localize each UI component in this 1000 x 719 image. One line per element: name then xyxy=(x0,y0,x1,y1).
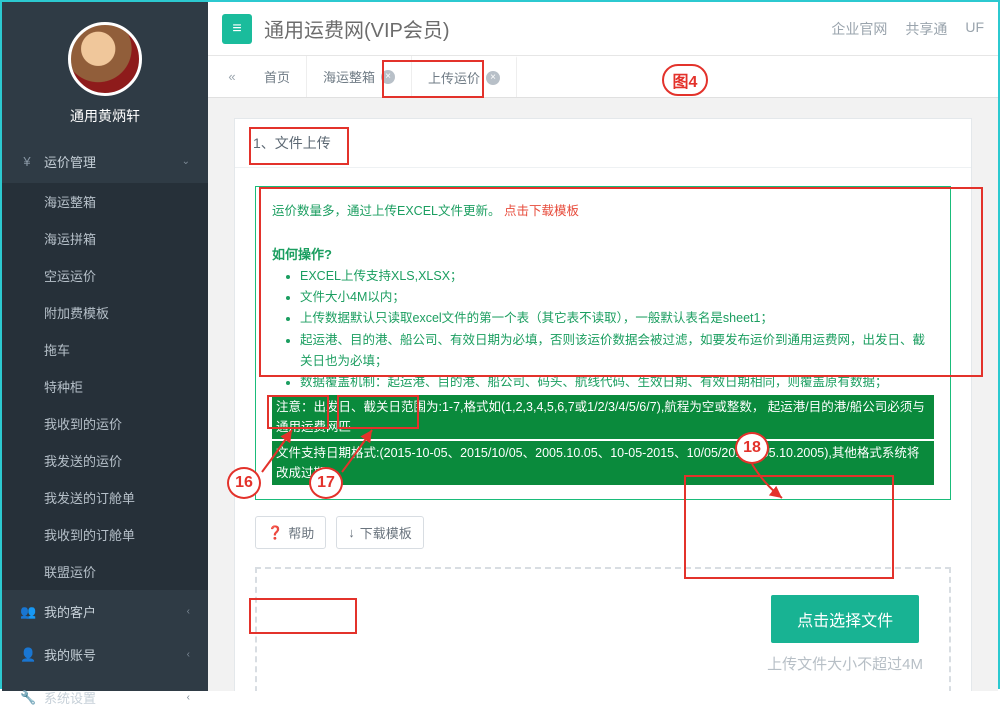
tab-label: 上传运价 xyxy=(428,68,480,87)
howto-list: EXCEL上传支持XLS,XLSX； 文件大小4M以内； 上传数据默认只读取ex… xyxy=(300,266,934,394)
panel-file-upload: 1、文件上传 运价数量多，通过上传EXCEL文件更新。 点击下载模板 如何操作?… xyxy=(234,118,972,691)
info-box: 运价数量多，通过上传EXCEL文件更新。 点击下载模板 如何操作? EXCEL上… xyxy=(255,186,951,500)
btn-label: 下载模板 xyxy=(360,523,412,542)
close-icon[interactable]: × xyxy=(486,71,500,85)
tab-fcl[interactable]: 海运整箱 × xyxy=(307,56,412,97)
sidebar-item-alliance[interactable]: 联盟运价 xyxy=(2,553,208,590)
question-icon: ❓ xyxy=(267,525,283,541)
help-button[interactable]: ❓ 帮助 xyxy=(255,516,326,549)
user-name: 通用黄炳轩 xyxy=(2,106,208,126)
close-icon[interactable]: × xyxy=(381,70,395,84)
howto-heading: 如何操作? xyxy=(272,247,332,262)
sidebar: 通用黄炳轩 ¥ 运价管理 ⌄ 海运整箱 海运拼箱 空运运价 附加费模板 拖车 特种… xyxy=(2,2,208,691)
wrench-icon: 🔧 xyxy=(20,690,34,706)
main: ≡ 通用运费网(VIP会员) 企业官网 共享通 UF « 首页 海运整箱 × 上传… xyxy=(208,2,998,691)
list-item: 起运港、目的港、船公司、有效日期为必填，否则该运价数据会被过滤，如要发布运价到通… xyxy=(300,330,934,373)
nav-label: 我的客户 xyxy=(44,602,96,621)
link-uf[interactable]: UF xyxy=(965,19,984,39)
list-item: 数据覆盖机制：起运港、目的港、船公司、码头、航线代码、生效日期、有效日期相同，则… xyxy=(300,372,934,393)
download-icon: ↓ xyxy=(348,525,355,540)
nav-section-rate-mgmt[interactable]: ¥ 运价管理 ⌄ xyxy=(2,140,208,183)
sidebar-item-trailer[interactable]: 拖车 xyxy=(2,331,208,368)
tab-prev-button[interactable]: « xyxy=(216,56,248,97)
page-title: 通用运费网(VIP会员) xyxy=(264,14,450,43)
nav-label: 我的账号 xyxy=(44,645,96,664)
sidebar-item-surcharge[interactable]: 附加费模板 xyxy=(2,294,208,331)
tab-upload[interactable]: 上传运价 × xyxy=(412,56,517,97)
sidebar-item-fcl[interactable]: 海运整箱 xyxy=(2,183,208,220)
tab-home[interactable]: 首页 xyxy=(248,56,307,97)
sidebar-item-recv-rate[interactable]: 我收到的运价 xyxy=(2,405,208,442)
nav-label: 系统设置 xyxy=(44,688,96,707)
tab-label: 首页 xyxy=(264,67,290,86)
content: 1、文件上传 运价数量多，通过上传EXCEL文件更新。 点击下载模板 如何操作?… xyxy=(208,98,998,691)
link-official[interactable]: 企业官网 xyxy=(831,19,887,39)
panel-title: 1、文件上传 xyxy=(235,119,971,168)
dropzone[interactable]: 点击选择文件 上传文件大小不超过4M xyxy=(255,567,951,691)
nav-section-account[interactable]: 👤 我的账号 ‹ xyxy=(2,633,208,676)
choose-file-button[interactable]: 点击选择文件 xyxy=(771,595,919,643)
note-line-1: 注意：出发日、截关日范围为:1-7,格式如(1,2,3,4,5,6,7或1/2/… xyxy=(272,395,934,439)
btn-label: 帮助 xyxy=(288,523,314,542)
chevron-left-icon: ‹ xyxy=(187,649,190,660)
info-intro: 运价数量多，通过上传EXCEL文件更新。 xyxy=(272,204,501,218)
chevron-left-icon: ‹ xyxy=(187,692,190,703)
nav-section-settings[interactable]: 🔧 系统设置 ‹ xyxy=(2,676,208,719)
sidebar-item-special[interactable]: 特种柜 xyxy=(2,368,208,405)
nav-submenu: 海运整箱 海运拼箱 空运运价 附加费模板 拖车 特种柜 我收到的运价 我发送的运… xyxy=(2,183,208,590)
chevron-left-icon: ‹ xyxy=(187,606,190,617)
sidebar-item-air[interactable]: 空运运价 xyxy=(2,257,208,294)
menu-toggle-button[interactable]: ≡ xyxy=(222,14,252,44)
list-item: EXCEL上传支持XLS,XLSX； xyxy=(300,266,934,287)
topbar: ≡ 通用运费网(VIP会员) 企业官网 共享通 UF xyxy=(208,2,998,56)
link-share[interactable]: 共享通 xyxy=(905,19,947,39)
note-line-2: 文件支持日期格式:(2015-10-05、2015/10/05、2005.10.… xyxy=(272,441,934,485)
tab-label: 海运整箱 xyxy=(323,67,375,86)
download-template-button[interactable]: ↓ 下载模板 xyxy=(336,516,424,549)
sidebar-item-lcl[interactable]: 海运拼箱 xyxy=(2,220,208,257)
sidebar-item-sent-rate[interactable]: 我发送的运价 xyxy=(2,442,208,479)
sidebar-item-recv-booking[interactable]: 我收到的订舱单 xyxy=(2,516,208,553)
chevron-down-icon: ⌄ xyxy=(182,156,190,167)
user-icon: 👤 xyxy=(20,647,34,663)
yen-icon: ¥ xyxy=(20,154,34,169)
nav-label: 运价管理 xyxy=(44,152,96,171)
nav-section-customers[interactable]: 👥 我的客户 ‹ xyxy=(2,590,208,633)
avatar[interactable] xyxy=(68,22,142,96)
sidebar-item-sent-booking[interactable]: 我发送的订舱单 xyxy=(2,479,208,516)
list-item: 文件大小4M以内； xyxy=(300,287,934,308)
list-item: 上传数据默认只读取excel文件的第一个表（其它表不读取），一般默认表名是she… xyxy=(300,308,934,329)
top-links: 企业官网 共享通 UF xyxy=(831,19,984,39)
download-template-link[interactable]: 点击下载模板 xyxy=(504,204,579,218)
size-hint: 上传文件大小不超过4M xyxy=(767,653,923,674)
tab-bar: « 首页 海运整箱 × 上传运价 × xyxy=(208,56,998,98)
users-icon: 👥 xyxy=(20,604,34,620)
user-profile: 通用黄炳轩 xyxy=(2,2,208,140)
